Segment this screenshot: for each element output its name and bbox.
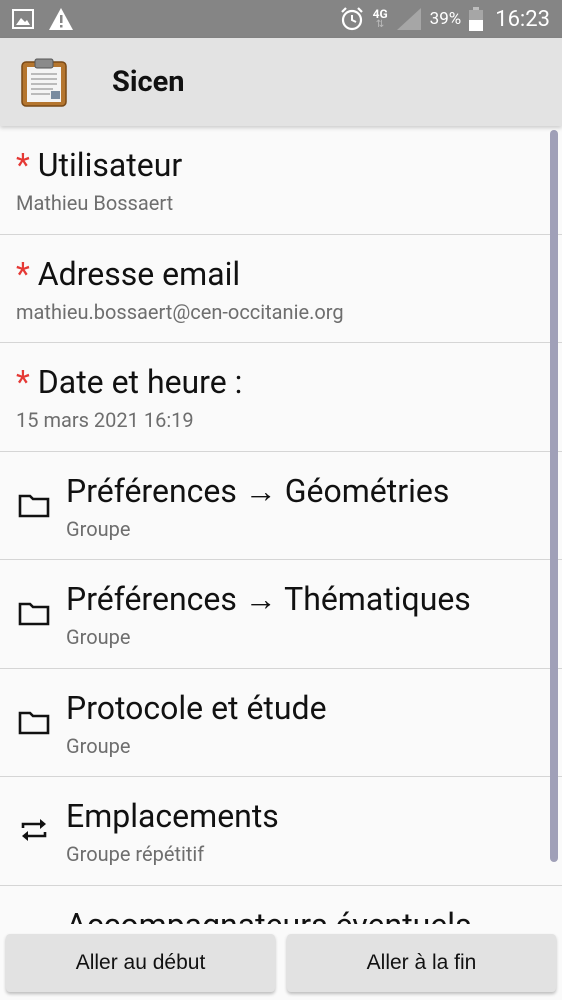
status-bar: 4G ⇅ 39% 16:23	[0, 0, 562, 38]
list-item-accompagnateurs[interactable]: Accompagnateurs éventuels	[0, 886, 562, 925]
item-title: * Utilisateur	[16, 146, 182, 184]
item-title-text: Adresse email	[37, 254, 241, 293]
list-item-date-heure[interactable]: * Date et heure : 15 mars 2021 16:19	[0, 343, 562, 452]
signal-icon	[396, 7, 422, 31]
list-item-utilisateur[interactable]: * Utilisateur Mathieu Bossaert	[0, 126, 562, 235]
form-list[interactable]: * Utilisateur Mathieu Bossaert * Adresse e…	[0, 126, 562, 924]
action-bar: Sicen	[0, 38, 562, 126]
item-subtitle: Mathieu Bossaert	[16, 191, 174, 215]
battery-percent: 39%	[429, 9, 462, 29]
list-item-emplacements[interactable]: Emplacements Groupe répétitif	[0, 777, 562, 886]
folder-icon	[18, 707, 50, 737]
required-marker: *	[16, 254, 30, 293]
item-title-text: Préférences → Thématiques	[66, 580, 471, 618]
item-subtitle: Groupe	[66, 516, 131, 541]
clock-time: 16:23	[495, 6, 550, 32]
folder-icon	[18, 598, 50, 628]
go-to-end-button[interactable]: Aller à la fin	[287, 934, 556, 992]
item-subtitle: Groupe répétitif	[66, 842, 205, 866]
item-subtitle: 15 mars 2021 16:19	[16, 408, 194, 432]
item-subtitle: Groupe	[66, 733, 131, 758]
network-type-indicator: 4G ⇅	[373, 8, 388, 30]
repeat-icon	[18, 815, 50, 845]
list-item-protocole-etude[interactable]: Protocole et étude Groupe	[0, 669, 562, 777]
image-icon	[12, 9, 34, 29]
warning-icon	[48, 7, 74, 31]
folder-icon	[18, 490, 50, 520]
item-title: * Date et heure :	[16, 363, 242, 401]
item-subtitle: mathieu.bossaert@cen-occitanie.org	[16, 299, 344, 324]
item-title-text: Emplacements	[66, 797, 279, 835]
item-title-text: Accompagnateurs éventuels	[66, 906, 472, 925]
bottom-bar: Aller au début Aller à la fin	[0, 924, 562, 1000]
scrollbar[interactable]	[550, 130, 558, 862]
app-title: Sicen	[112, 65, 185, 99]
list-item-preferences-thematiques[interactable]: Préférences → Thématiques Groupe	[0, 560, 562, 669]
item-title-text: Protocole et étude	[66, 688, 327, 727]
alarm-icon	[339, 6, 365, 32]
required-marker: *	[16, 146, 30, 184]
item-title-text: Date et heure :	[37, 363, 243, 401]
item-title-text: Utilisateur	[37, 146, 183, 184]
item-title: * Adresse email	[16, 255, 240, 293]
battery-icon	[469, 7, 484, 31]
item-title-text: Préférences → Géométries	[66, 471, 450, 510]
list-item-adresse-email[interactable]: * Adresse email mathieu.bossaert@cen-occi…	[0, 235, 562, 343]
data-arrows-icon: ⇅	[375, 19, 385, 30]
go-to-start-button[interactable]: Aller au début	[6, 934, 275, 992]
clipboard-icon	[20, 56, 68, 108]
item-subtitle: Groupe	[66, 625, 131, 649]
required-marker: *	[16, 363, 30, 401]
list-item-preferences-geometries[interactable]: Préférences → Géométries Groupe	[0, 452, 562, 560]
